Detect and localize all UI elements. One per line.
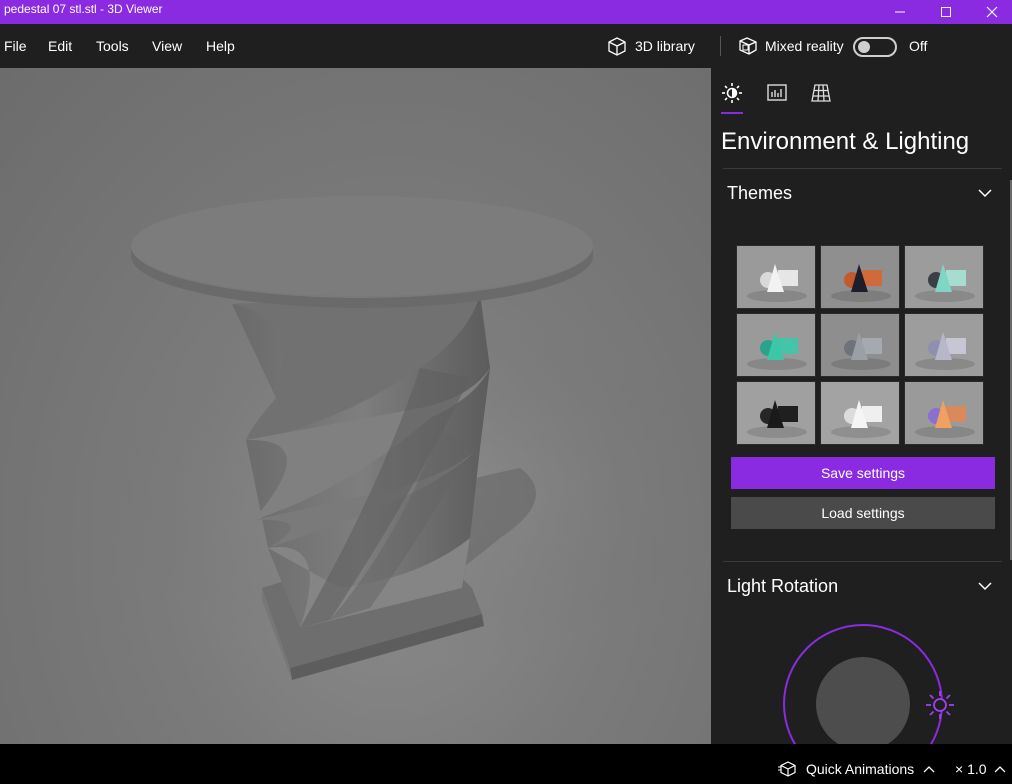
save-settings-button[interactable]: Save settings xyxy=(731,457,995,489)
menu-file[interactable]: File xyxy=(4,38,27,54)
environment-panel: Environment & Lighting Themes Save setti… xyxy=(711,68,1012,744)
theme-thumbnail[interactable] xyxy=(820,245,900,309)
close-button[interactable] xyxy=(969,0,1012,24)
load-settings-button[interactable]: Load settings xyxy=(731,497,995,529)
mixed-reality-toggle[interactable] xyxy=(853,37,897,57)
theme-preview xyxy=(915,400,975,438)
mixed-reality-state: Off xyxy=(909,38,928,54)
theme-preview xyxy=(831,332,891,370)
mixed-reality-button[interactable]: Mixed reality xyxy=(737,36,844,56)
animation-speed-button[interactable]: × 1.0 xyxy=(955,761,1007,777)
cube-icon xyxy=(608,37,626,56)
title-bar: pedestal 07 stl.stl - 3D Viewer xyxy=(0,0,1012,24)
chevron-up-icon xyxy=(994,766,1005,773)
active-tab-indicator xyxy=(721,112,743,114)
3d-library-button[interactable]: 3D library xyxy=(606,36,695,56)
divider xyxy=(723,168,1002,169)
menu-tools[interactable]: Tools xyxy=(96,38,129,54)
window-title: pedestal 07 stl.stl - 3D Viewer xyxy=(4,2,163,16)
stats-icon[interactable] xyxy=(766,82,788,104)
menu-help[interactable]: Help xyxy=(206,38,235,54)
theme-grid xyxy=(736,245,986,445)
theme-thumbnail[interactable] xyxy=(736,313,816,377)
theme-thumbnail[interactable] xyxy=(904,245,984,309)
maximize-icon xyxy=(941,7,951,17)
theme-preview xyxy=(915,332,975,370)
divider xyxy=(723,561,1002,562)
theme-thumbnail[interactable] xyxy=(904,381,984,445)
minimize-icon xyxy=(895,11,905,13)
mixed-reality-label: Mixed reality xyxy=(765,38,844,54)
pedestal-model[interactable] xyxy=(0,68,711,744)
light-rotation-title: Light Rotation xyxy=(727,576,839,596)
chevron-down-icon xyxy=(978,582,992,591)
theme-preview xyxy=(747,264,807,302)
theme-thumbnail[interactable] xyxy=(904,313,984,377)
quick-animations-button[interactable]: Quick Animations xyxy=(778,761,936,777)
3d-viewport[interactable] xyxy=(0,68,711,744)
chevron-up-icon xyxy=(923,766,935,773)
minimize-button[interactable] xyxy=(877,0,923,24)
mixed-reality-icon xyxy=(739,37,757,55)
animation-icon xyxy=(778,761,796,777)
theme-thumbnail[interactable] xyxy=(736,245,816,309)
theme-preview xyxy=(747,400,807,438)
panel-title: Environment & Lighting xyxy=(721,128,970,155)
menu-edit[interactable]: Edit xyxy=(48,38,72,54)
toggle-knob xyxy=(858,41,870,53)
animation-speed-label: × 1.0 xyxy=(955,761,987,777)
theme-thumbnail[interactable] xyxy=(736,381,816,445)
3d-library-label: 3D library xyxy=(635,38,695,54)
sun-icon[interactable] xyxy=(721,82,743,104)
close-icon xyxy=(986,6,998,18)
theme-preview xyxy=(831,400,891,438)
themes-title: Themes xyxy=(727,183,793,203)
quick-animations-label: Quick Animations xyxy=(806,761,915,777)
chevron-down-icon xyxy=(978,189,992,198)
theme-preview xyxy=(915,264,975,302)
menu-view[interactable]: View xyxy=(152,38,182,54)
theme-thumbnail[interactable] xyxy=(820,313,900,377)
light-rotation-sphere xyxy=(816,657,910,744)
grid-icon[interactable] xyxy=(810,82,832,104)
theme-preview xyxy=(747,332,807,370)
bottom-bar: Quick Animations × 1.0 xyxy=(0,744,1012,784)
theme-preview xyxy=(831,264,891,302)
maximize-button[interactable] xyxy=(923,0,969,24)
theme-thumbnail[interactable] xyxy=(820,381,900,445)
menu-divider xyxy=(720,36,721,56)
light-sun-handle-icon[interactable] xyxy=(923,688,957,722)
